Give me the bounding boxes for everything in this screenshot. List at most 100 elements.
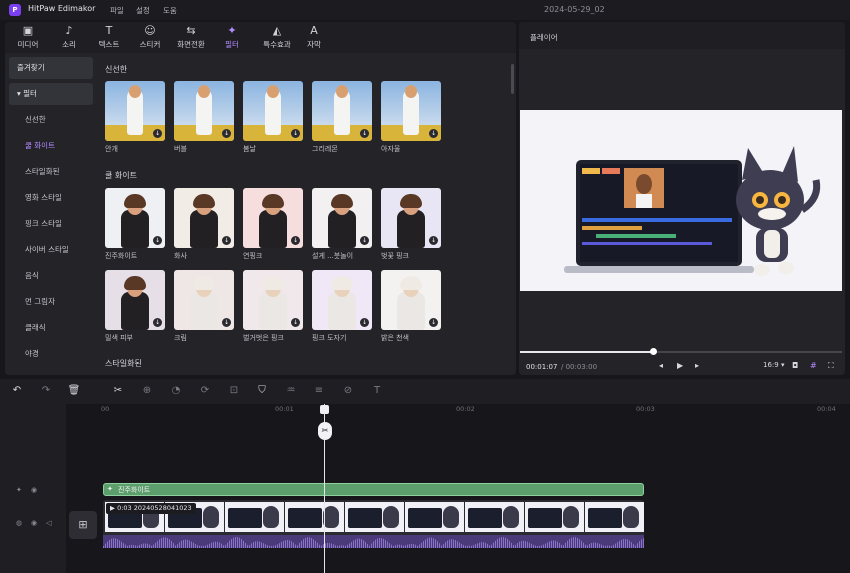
download-icon[interactable]: ↓ (360, 236, 369, 245)
waveform-bar (405, 545, 406, 548)
scissors-icon[interactable]: ✂ (318, 422, 332, 440)
lock-icon[interactable]: ◍ (16, 519, 22, 527)
speed-icon[interactable]: ◔ (169, 384, 183, 398)
progress-handle[interactable] (650, 348, 657, 355)
waveform-bar (611, 545, 612, 548)
audio-icon[interactable]: ♒ (284, 384, 298, 398)
filter-thumbnail[interactable]: ↓ (105, 188, 165, 248)
filter-label: 연핑크 (243, 252, 263, 260)
filter-thumbnail[interactable]: ↓ (174, 81, 234, 141)
time-ruler[interactable] (100, 404, 850, 418)
snapshot-icon[interactable]: ◘ (792, 361, 798, 370)
download-icon[interactable]: ↓ (222, 129, 231, 138)
waveform-bar (433, 538, 434, 548)
waveform-bar (513, 545, 514, 548)
library-panel: ▣ 미디어 ♪ 소리 T 텍스트 ☺ 스티커 ⇆ 화면전환 ✦ 필터 ◭ 특수효과 A 자막 즐… (5, 22, 516, 375)
download-icon[interactable]: ↓ (291, 318, 300, 327)
waveform-bar (239, 537, 240, 548)
delete-icon[interactable]: 🗑 (67, 384, 81, 398)
waveform-bar (533, 544, 534, 548)
download-icon[interactable]: ↓ (429, 318, 438, 327)
waveform-bar (385, 540, 386, 548)
download-icon[interactable]: ↓ (360, 318, 369, 327)
next-frame-icon[interactable]: ▸ (695, 361, 699, 370)
resize-icon[interactable]: ⊡ (227, 384, 241, 398)
caption-icon[interactable]: T (370, 384, 384, 398)
mute-icon[interactable]: ◁ (46, 519, 51, 527)
filter-thumbnail[interactable]: ↓ (312, 270, 372, 330)
filter-thumbnail[interactable]: ↓ (105, 270, 165, 330)
menu-settings[interactable]: 설정 (136, 5, 150, 16)
waveform-bar (427, 538, 428, 548)
download-icon[interactable]: ↓ (429, 236, 438, 245)
download-icon[interactable]: ↓ (153, 129, 162, 138)
clip-frame-thumbnail (285, 502, 344, 532)
filter-thumbnail[interactable]: ↓ (312, 188, 372, 248)
filter-thumbnail[interactable]: ↓ (174, 270, 234, 330)
download-icon[interactable]: ↓ (222, 236, 231, 245)
play-icon[interactable]: ▶ (677, 361, 683, 370)
filter-thumbnail[interactable]: ↓ (174, 188, 234, 248)
filter-effect-clip[interactable] (103, 483, 644, 496)
playhead-handle[interactable] (320, 405, 329, 414)
filter-thumbnail[interactable]: ↓ (312, 81, 372, 141)
freeze-icon[interactable]: ⊘ (341, 384, 355, 398)
waveform-bar (153, 544, 154, 548)
filter-label: 그리레몬 (312, 145, 338, 153)
prev-frame-icon[interactable]: ◂ (659, 361, 663, 370)
download-icon[interactable]: ↓ (291, 236, 300, 245)
waveform-bar (313, 539, 314, 548)
undo-icon[interactable]: ↶ (10, 384, 24, 398)
rotate-icon[interactable]: ⟳ (198, 384, 212, 398)
waveform-bar (257, 541, 258, 548)
split-icon[interactable]: ✂ (111, 384, 125, 398)
align-icon[interactable]: ≡ (312, 384, 326, 398)
waveform-bar (487, 543, 488, 548)
filter-label: 화사 (174, 252, 187, 260)
preview-screen[interactable] (520, 110, 842, 291)
filter-label: 밝은 천색 (381, 334, 409, 342)
filter-thumbnail[interactable]: ↓ (243, 270, 303, 330)
waveform-bar (275, 545, 276, 548)
grid-icon[interactable]: # (810, 361, 817, 370)
waveform-bar (195, 544, 196, 548)
filter-thumbnail[interactable]: ↓ (243, 188, 303, 248)
download-icon[interactable]: ↓ (291, 129, 300, 138)
waveform-bar (125, 544, 126, 548)
add-media-icon[interactable]: ⊞ (69, 511, 97, 539)
aspect-ratio-dropdown[interactable]: 16:9 ▾ (763, 361, 784, 369)
waveform-bar (501, 537, 502, 548)
app-logo: P (9, 4, 21, 16)
waveform-bar (547, 542, 548, 548)
menu-help[interactable]: 도움 (163, 5, 177, 16)
eye-icon[interactable]: ◉ (31, 486, 37, 494)
filter-thumbnail[interactable]: ↓ (381, 188, 441, 248)
waveform-bar (585, 544, 586, 548)
waveform-bar (527, 541, 528, 548)
waveform-bar (381, 538, 382, 548)
filter-thumbnail[interactable]: ↓ (105, 81, 165, 141)
fullscreen-icon[interactable]: ⛶ (828, 361, 834, 371)
ruler-tick: 00:04 (817, 405, 836, 413)
waveform-bar (305, 537, 306, 548)
waveform-bar (561, 544, 562, 548)
waveform-bar (363, 540, 364, 548)
redo-icon[interactable]: ↷ (39, 384, 53, 398)
crop-icon[interactable]: ⊕ (140, 384, 154, 398)
waveform-bar (121, 541, 122, 548)
visibility-icon[interactable]: ◉ (31, 519, 37, 527)
filter-thumbnail[interactable]: ↓ (381, 81, 441, 141)
waveform-bar (177, 544, 178, 548)
download-icon[interactable]: ↓ (360, 129, 369, 138)
waveform-bar (349, 543, 350, 548)
menu-file[interactable]: 파일 (110, 5, 124, 16)
download-icon[interactable]: ↓ (153, 318, 162, 327)
download-icon[interactable]: ↓ (222, 318, 231, 327)
shield-icon[interactable]: ⛉ (255, 384, 269, 398)
timeline-toolbar (0, 379, 850, 404)
waveform-bar (455, 540, 456, 548)
filter-thumbnail[interactable]: ↓ (243, 81, 303, 141)
filter-thumbnail[interactable]: ↓ (381, 270, 441, 330)
download-icon[interactable]: ↓ (429, 129, 438, 138)
download-icon[interactable]: ↓ (153, 236, 162, 245)
